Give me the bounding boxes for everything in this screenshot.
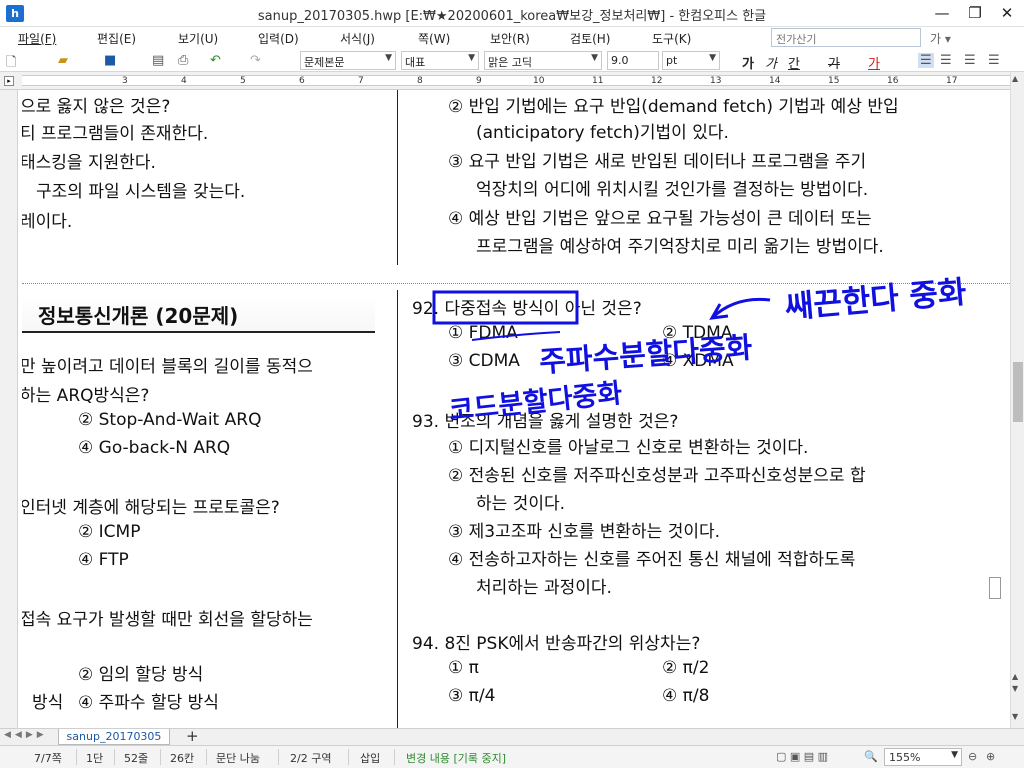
bold-button[interactable]: 가 [742,53,754,72]
document-page[interactable]: 으로 옳지 않은 것은? 티 프로그램들이 존재한다. 태스킹을 지원한다. 구… [22,90,1010,728]
view-mode-icons[interactable]: ▢ ▣ ▤ ▥ [776,750,828,763]
scroll-down-icon[interactable]: ▼ [1012,712,1018,721]
save-icon[interactable]: ■ [104,53,116,68]
language-select[interactable]: 대표 ▼ [401,51,479,70]
column-divider [397,90,398,265]
font-select[interactable]: 맑은 고딕 ▼ [484,51,602,70]
menu-file[interactable]: 파일(F) [18,30,56,47]
strikethrough-button[interactable]: 가 [828,53,840,72]
horizontal-ruler[interactable]: ▸ 3 4 5 6 7 8 9 10 11 12 13 14 15 16 17 … [0,72,1024,90]
font-color-button[interactable]: 가 [868,53,880,72]
document-tab-bar: ◀◀▶▶ sanup_20170305 + [0,727,1024,745]
font-size-adjust-icon[interactable]: 가 ▾ [930,30,951,47]
vertical-scrollbar[interactable]: ▲ ▲ ▼ ▼ [1010,72,1024,728]
scroll-up-icon[interactable]: ▲ [1012,74,1018,83]
formatting-toolbar: 🗋 ▰ ■ ▤ ⎙ ↶ ↷ 문제본문 ▼ 대표 ▼ 맑은 고딕 ▼ 9.0 pt ▼ 가… [0,49,1024,72]
page-end-marker [989,577,1001,599]
close-button[interactable]: ✕ [992,2,1022,24]
print-icon[interactable]: ▤ [152,53,164,68]
italic-button[interactable]: 가 [765,53,777,72]
scroll-page-up-icon[interactable]: ▲ [1012,672,1018,681]
zoom-in-icon[interactable]: ⊕ [986,750,995,763]
section-heading-box: 정보통신개론 (20문제) [22,295,375,333]
add-tab-button[interactable]: + [186,727,199,745]
align-left-icon[interactable]: ☰ [940,53,952,68]
menu-bar: 파일(F) 편집(E) 보기(U) 입력(D) 서식(J) 쪽(W) 보안(R)… [0,27,1024,49]
menu-security[interactable]: 보안(R) [490,30,530,47]
style-select[interactable]: 문제본문 ▼ [300,51,396,70]
open-folder-icon[interactable]: ▰ [58,53,68,68]
zoom-select[interactable]: 155% ▼ [884,748,962,766]
minimize-button[interactable]: — [927,2,957,24]
section-title: 정보통신개론 (20문제) [38,304,239,328]
hwp-window: h sanup_20170305.hwp [E:₩★20200601_korea… [0,0,1024,768]
align-center-icon[interactable]: ☰ [964,53,976,68]
menu-page[interactable]: 쪽(W) [418,30,450,47]
section-divider [22,283,1010,284]
menu-review[interactable]: 검토(H) [570,30,610,47]
font-size-input[interactable]: 9.0 [607,51,659,70]
scrollbar-thumb[interactable] [1013,362,1023,422]
chevron-down-icon: ▼ [591,53,598,63]
tab-scroll-arrows-icon[interactable]: ◀◀▶▶ [4,730,48,740]
vertical-ruler[interactable] [0,90,18,728]
menu-insert[interactable]: 입력(D) [258,30,299,47]
align-justify-icon[interactable]: ☰ [918,53,934,68]
chevron-down-icon: ▼ [468,53,475,63]
menu-tools[interactable]: 도구(K) [652,30,691,47]
zoom-icon[interactable]: 🔍 [864,750,878,763]
align-right-icon[interactable]: ☰ [988,53,1000,68]
ruler-corner-icon[interactable]: ▸ [4,76,14,86]
zoom-out-icon[interactable]: ⊖ [968,750,977,763]
menu-view[interactable]: 보기(U) [178,30,218,47]
redo-icon[interactable]: ↷ [250,53,261,68]
underline-button[interactable]: 간 [788,53,800,72]
restore-button[interactable]: ❐ [960,2,990,24]
chevron-down-icon: ▼ [385,53,392,63]
menu-edit[interactable]: 편집(E) [97,30,136,47]
title-bar: h sanup_20170305.hwp [E:₩★20200601_korea… [0,0,1024,27]
unit-select[interactable]: pt ▼ [662,51,720,70]
undo-icon[interactable]: ↶ [210,53,221,68]
status-bar: 7/7쪽 1단 52줄 26칸 문단 나눔 2/2 구역 삽입 변경 내용 [기… [0,745,1024,768]
chevron-down-icon: ▼ [951,750,958,760]
tab-sanup-20170305[interactable]: sanup_20170305 [58,729,170,745]
column-divider [397,290,398,728]
scroll-page-down-icon[interactable]: ▼ [1012,684,1018,693]
chevron-down-icon: ▼ [709,53,716,63]
menu-format[interactable]: 서식(J) [340,30,375,47]
window-title: sanup_20170305.hwp [E:₩★20200601_korea₩보… [257,9,767,24]
quick-search-input[interactable]: 전가산기 [771,28,921,47]
print-preview-icon[interactable]: ⎙ [178,53,188,68]
